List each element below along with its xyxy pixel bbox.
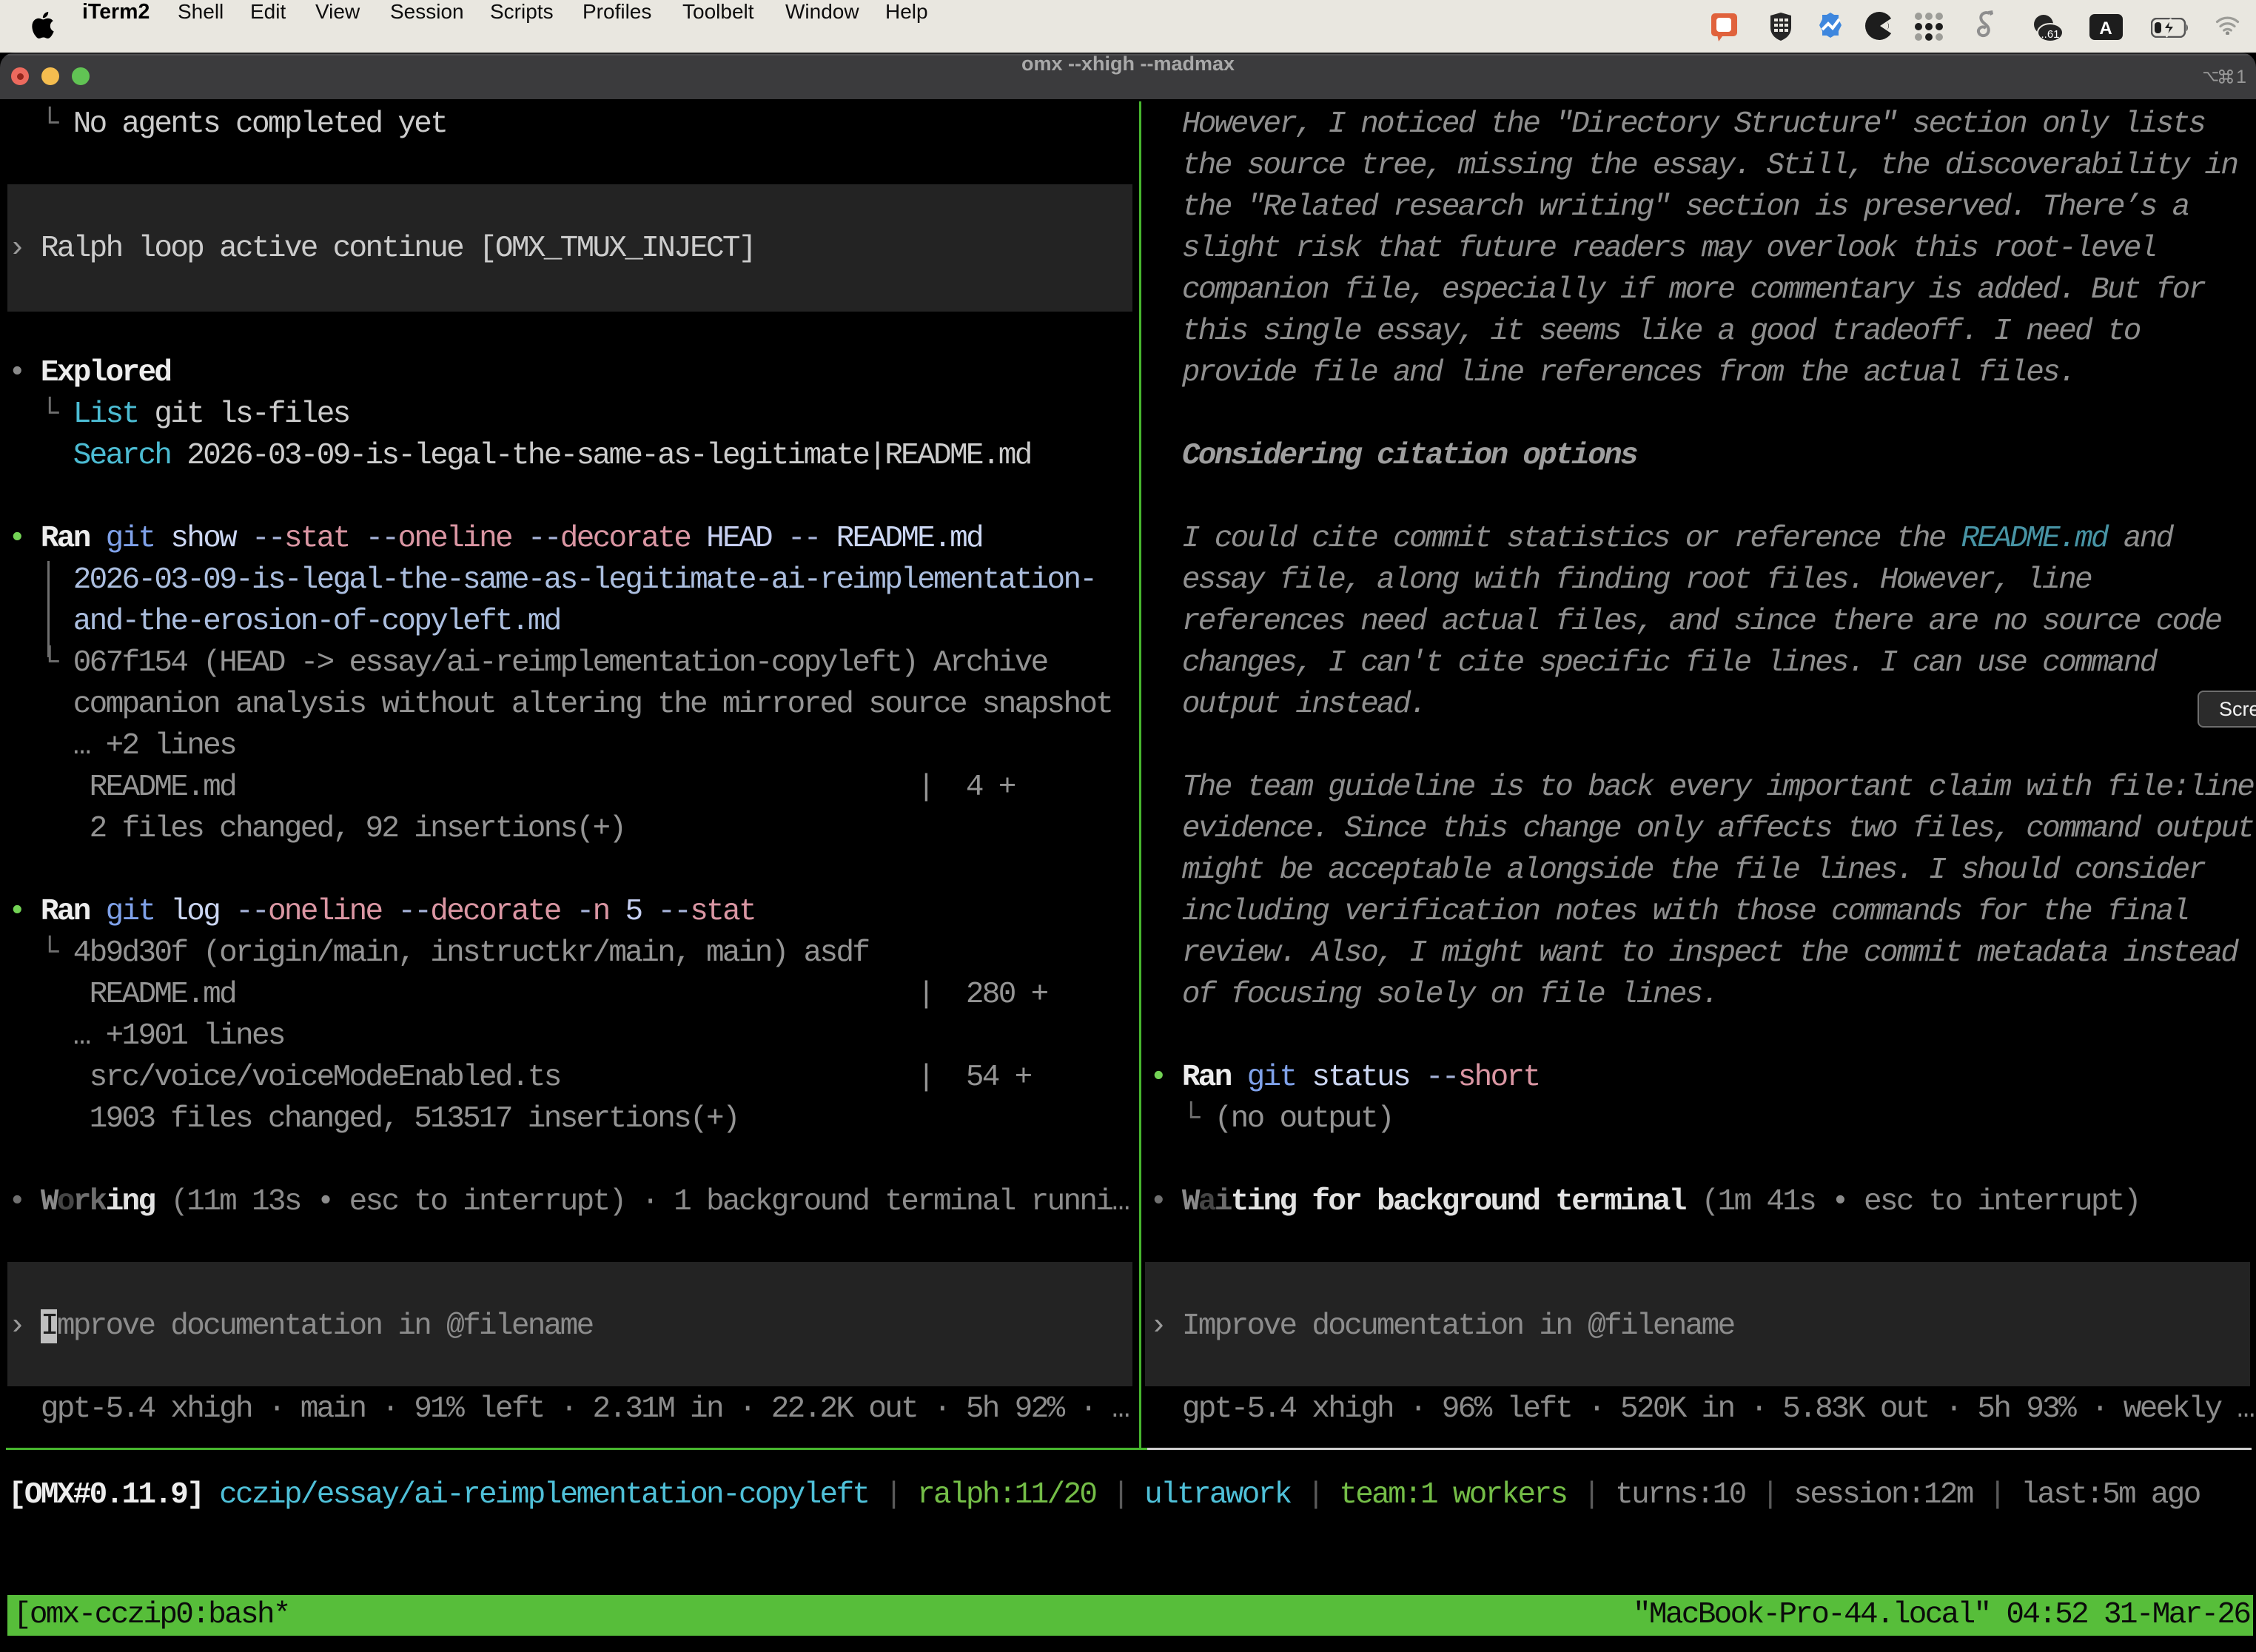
svg-text:A: A <box>2099 19 2112 38</box>
svg-text:..61: ..61 <box>2041 28 2059 41</box>
